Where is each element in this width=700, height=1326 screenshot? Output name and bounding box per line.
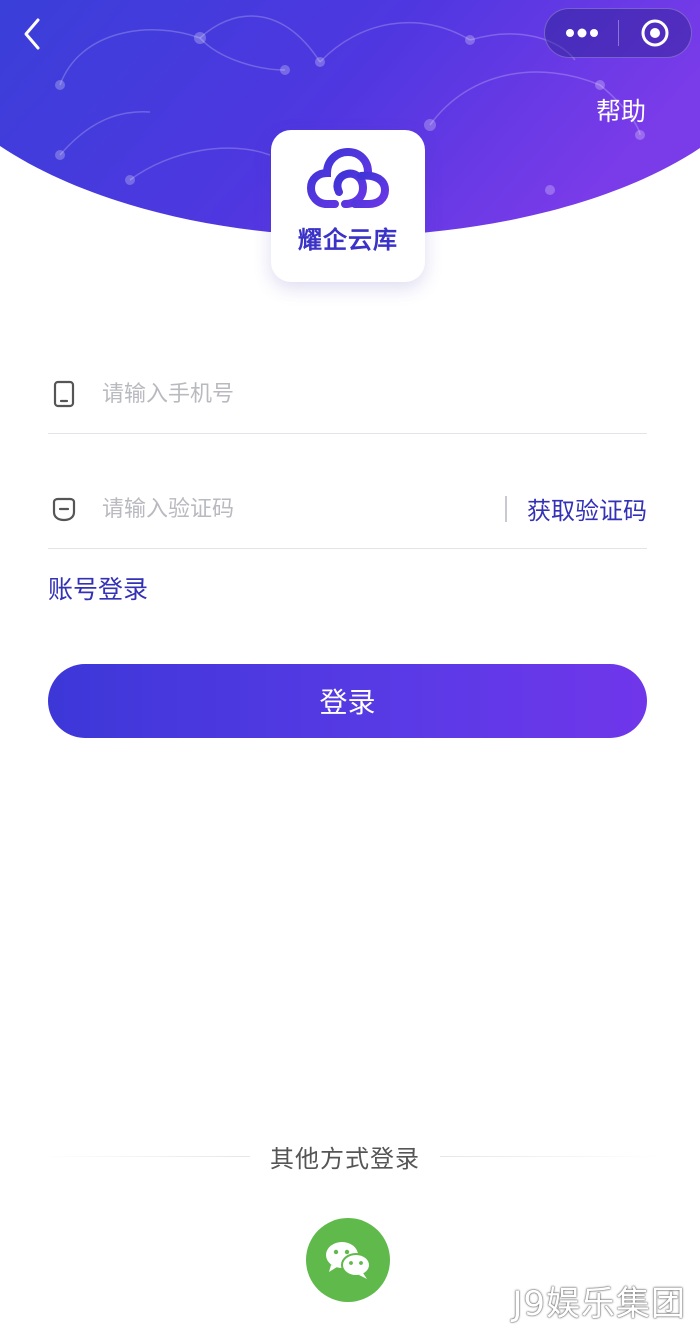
code-field-row: 获取验证码	[48, 469, 647, 549]
back-button[interactable]	[12, 12, 52, 56]
divider-line-right	[440, 1155, 662, 1157]
target-circle-icon	[641, 19, 669, 47]
divider-line-left	[38, 1155, 250, 1157]
more-button[interactable]	[545, 8, 618, 58]
wechat-icon	[326, 1242, 371, 1279]
account-login-link[interactable]: 账号登录	[48, 570, 148, 606]
other-login-divider: 其他方式登录	[0, 1136, 700, 1176]
cloud-logo-icon	[306, 147, 390, 208]
app-logo-text: 耀企云库	[298, 227, 398, 254]
watermark-text: J9娱乐集团	[512, 1284, 686, 1324]
phone-field-row	[48, 354, 647, 434]
help-link[interactable]: 帮助	[596, 92, 646, 128]
close-miniprogram-button[interactable]	[619, 8, 691, 58]
chevron-left-icon	[24, 18, 40, 50]
other-login-label: 其他方式登录	[270, 1145, 420, 1173]
code-divider	[505, 495, 507, 522]
shield-code-icon	[50, 495, 78, 523]
phone-input[interactable]	[102, 373, 647, 414]
login-button[interactable]: 登录	[48, 664, 647, 738]
miniprogram-capsule	[544, 8, 692, 58]
get-code-button[interactable]: 获取验证码	[527, 491, 647, 526]
verification-code-input[interactable]	[102, 488, 505, 529]
more-dots-icon	[565, 28, 598, 38]
app-logo-card: 耀企云库	[271, 130, 425, 282]
phone-icon	[50, 380, 78, 408]
wechat-login-button[interactable]	[306, 1218, 390, 1302]
